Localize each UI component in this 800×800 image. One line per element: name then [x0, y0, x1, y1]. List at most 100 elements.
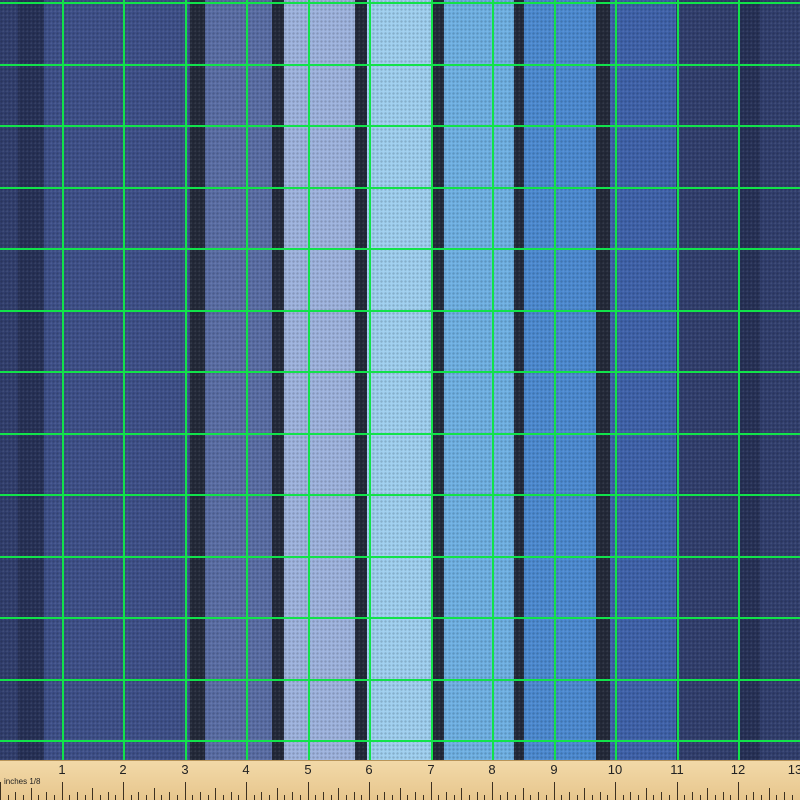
ruler-number: 13 — [787, 762, 800, 777]
ruler-tick — [38, 795, 39, 800]
ruler-tick — [684, 795, 685, 800]
ruler-tick — [100, 795, 101, 800]
ruler-tick — [592, 795, 593, 800]
ruler-tick — [607, 795, 608, 800]
ruler-number: 9 — [550, 762, 558, 777]
ruler-tick — [715, 795, 716, 800]
ruler-tick — [62, 782, 63, 800]
ruler-tick — [215, 788, 216, 800]
ruler-tick — [384, 792, 385, 800]
ruler-tick — [561, 795, 562, 800]
ruler-tick — [569, 792, 570, 800]
ruler-tick — [354, 792, 355, 800]
color-band-navy — [676, 0, 800, 760]
ruler-tick — [361, 795, 362, 800]
ruler-number: 12 — [730, 762, 746, 777]
ruler-tick — [369, 782, 370, 800]
ruler-number: 4 — [242, 762, 250, 777]
color-band-periwinkle — [284, 0, 355, 760]
ruler-tick — [108, 792, 109, 800]
ruler-tick — [446, 792, 447, 800]
ruler-tick — [423, 795, 424, 800]
ruler-number: 6 — [365, 762, 373, 777]
dark-pinstripe — [514, 0, 524, 760]
ruler-tick — [515, 795, 516, 800]
ruler-tick — [92, 788, 93, 800]
ruler-tick — [653, 795, 654, 800]
ruler-tick — [792, 795, 793, 800]
ruler-tick — [146, 795, 147, 800]
shadow-stripe — [740, 0, 760, 760]
ruler-tick — [185, 782, 186, 800]
ruler-tick — [730, 795, 731, 800]
ruler-tick — [454, 795, 455, 800]
ruler-tick — [115, 795, 116, 800]
dark-pinstripe — [596, 0, 610, 760]
ruler-tick — [469, 795, 470, 800]
ruler-tick — [323, 792, 324, 800]
dark-pinstripe — [432, 0, 444, 760]
ruler-number: 2 — [119, 762, 127, 777]
ruler-number: 1 — [58, 762, 66, 777]
ruler-tick — [784, 792, 785, 800]
ruler-tick — [292, 792, 293, 800]
ruler-tick — [200, 792, 201, 800]
ruler-tick — [623, 795, 624, 800]
dark-pinstripe — [272, 0, 284, 760]
ruler-tick — [246, 782, 247, 800]
ruler-unit-label: inches 1/8 — [4, 777, 41, 786]
ruler-tick — [630, 792, 631, 800]
ruler-tick — [161, 795, 162, 800]
ruler-tick — [331, 795, 332, 800]
ruler-tick — [377, 795, 378, 800]
ruler-tick — [577, 795, 578, 800]
ruler-tick — [46, 792, 47, 800]
ruler-tick — [600, 792, 601, 800]
ruler-tick — [723, 792, 724, 800]
ruler-tick — [753, 792, 754, 800]
ruler-tick — [69, 795, 70, 800]
ruler-tick — [484, 795, 485, 800]
ruler-tick — [23, 795, 24, 800]
ruler-tick — [661, 792, 662, 800]
ruler-tick — [761, 795, 762, 800]
color-band-sky-blue — [444, 0, 514, 760]
ruler-tick — [338, 788, 339, 800]
ruler-tick — [738, 782, 739, 800]
ruler-tick — [530, 795, 531, 800]
ruler-tick — [85, 795, 86, 800]
ruler-tick — [261, 792, 262, 800]
ruler-tick — [707, 788, 708, 800]
ruler-tick — [538, 792, 539, 800]
ruler-tick — [477, 792, 478, 800]
ruler-tick — [123, 782, 124, 800]
ruler-tick — [554, 782, 555, 800]
dark-pinstripe — [355, 0, 367, 760]
plaid-fabric-swatch — [0, 0, 800, 760]
ruler-tick — [507, 792, 508, 800]
color-band-royal-blue — [610, 0, 676, 760]
ruler-tick — [254, 795, 255, 800]
ruler-number: 3 — [181, 762, 189, 777]
ruler-tick — [315, 795, 316, 800]
ruler-tick — [746, 795, 747, 800]
ruler-number: 5 — [304, 762, 312, 777]
ruler-number: 10 — [607, 762, 623, 777]
ruler-tick — [8, 795, 9, 800]
color-band-dark-blue — [44, 0, 190, 760]
ruler-tick — [284, 795, 285, 800]
ruler-tick — [700, 795, 701, 800]
ruler-tick — [500, 795, 501, 800]
ruler-tick — [615, 782, 616, 800]
ruler-tick — [308, 782, 309, 800]
ruler-tick — [438, 795, 439, 800]
ruler-tick — [0, 782, 1, 800]
ruler-tick — [692, 792, 693, 800]
ruler-tick — [138, 792, 139, 800]
ruler-tick — [131, 795, 132, 800]
ruler-tick — [669, 795, 670, 800]
ruler-tick — [223, 795, 224, 800]
ruler-tick — [769, 788, 770, 800]
ruler-tick — [31, 788, 32, 800]
ruler-tick — [461, 788, 462, 800]
